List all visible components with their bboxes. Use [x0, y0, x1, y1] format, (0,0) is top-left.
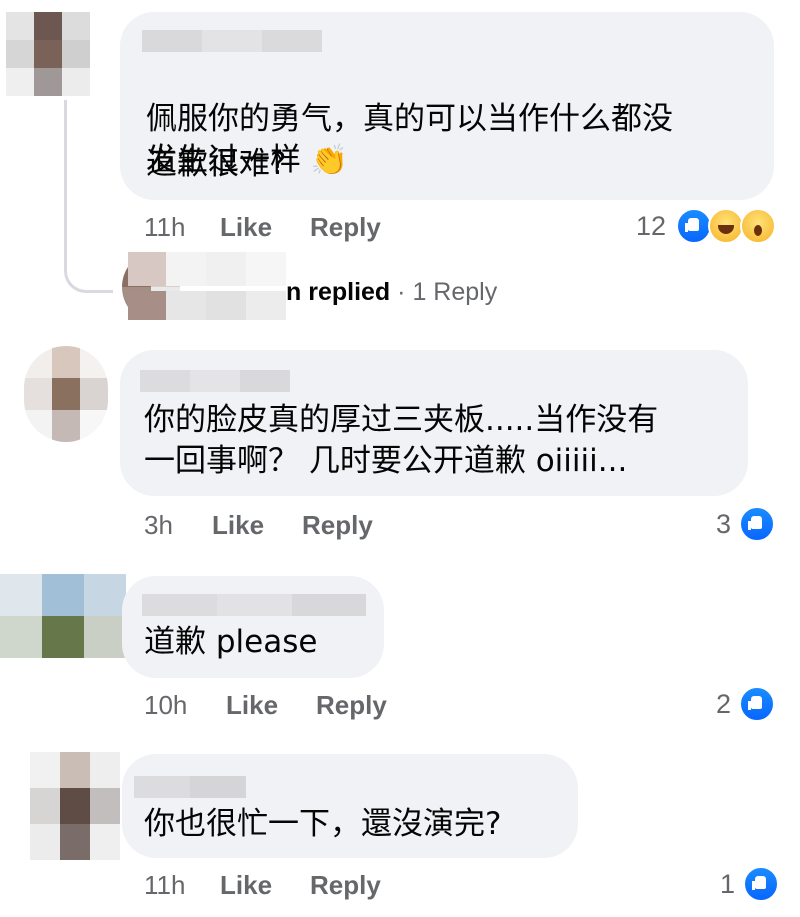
reaction-count: 3	[716, 508, 732, 539]
reply-button[interactable]: Reply	[302, 510, 373, 541]
like-button[interactable]: Like	[220, 212, 272, 243]
commenter-name[interactable]	[134, 776, 246, 798]
avatar[interactable]	[0, 574, 126, 658]
avatar[interactable]	[6, 12, 90, 96]
reply-name-suffix: n	[286, 278, 302, 306]
reply-button[interactable]: Reply	[310, 212, 381, 243]
comment-text: 道歉 please	[144, 624, 318, 660]
comment-time[interactable]: 3h	[144, 510, 173, 541]
reaction-summary[interactable]: 1	[720, 866, 780, 902]
avatar[interactable]	[30, 752, 120, 860]
like-icon	[676, 208, 713, 244]
comment-text: 你也很忙一下，還沒演完?	[144, 806, 502, 842]
reaction-count: 12	[636, 210, 667, 241]
reply-button[interactable]: Reply	[310, 870, 381, 901]
like-icon	[739, 506, 776, 542]
reply-name-blur	[128, 252, 286, 320]
comment-bubble: 你的脸皮真的厚过三夹板.....当作没有 一回事啊？ 几时要公开道歉 oiiii…	[120, 350, 748, 496]
commenter-name[interactable]	[140, 370, 290, 392]
reply-count: 1 Reply	[412, 278, 498, 306]
reaction-count: 1	[720, 868, 736, 899]
haha-icon	[708, 208, 745, 244]
replied-label: replied	[308, 278, 391, 306]
comment-text: 你的脸皮真的厚过三夹板.....当作没有 一回事啊？ 几时要公开道歉 oiiii…	[144, 402, 659, 479]
comment-text-line3: 道歉很难?	[146, 146, 287, 182]
wow-icon	[740, 208, 777, 244]
avatar[interactable]	[24, 346, 108, 442]
reaction-count: 2	[716, 688, 732, 719]
comment-bubble: 道歉 please	[122, 576, 384, 678]
thread-line	[64, 100, 113, 293]
like-icon	[739, 686, 776, 722]
comment-time[interactable]: 11h	[144, 212, 185, 243]
comment-time[interactable]: 10h	[144, 690, 187, 721]
commenter-name[interactable]	[142, 30, 322, 52]
separator-dot: ·	[397, 278, 406, 306]
clapping-hands-icon: 👏	[310, 143, 349, 178]
like-button[interactable]: Like	[226, 690, 278, 721]
reply-button[interactable]: Reply	[316, 690, 387, 721]
commenter-name[interactable]	[142, 594, 366, 616]
replies-summary[interactable]: n replied · 1 Reply	[286, 278, 497, 307]
like-button[interactable]: Like	[220, 870, 272, 901]
comment-bubble: 佩服你的勇气，真的可以当作什么都没 发生过一样 👏 道歉很难?	[120, 12, 774, 200]
comment-bubble: 你也很忙一下，還沒演完?	[122, 754, 578, 858]
reaction-summary[interactable]: 3	[716, 506, 776, 542]
like-button[interactable]: Like	[212, 510, 264, 541]
like-icon	[743, 866, 780, 902]
comment-time[interactable]: 11h	[144, 870, 185, 901]
reaction-summary[interactable]: 2	[716, 686, 776, 722]
reaction-summary[interactable]: 12	[636, 208, 777, 244]
